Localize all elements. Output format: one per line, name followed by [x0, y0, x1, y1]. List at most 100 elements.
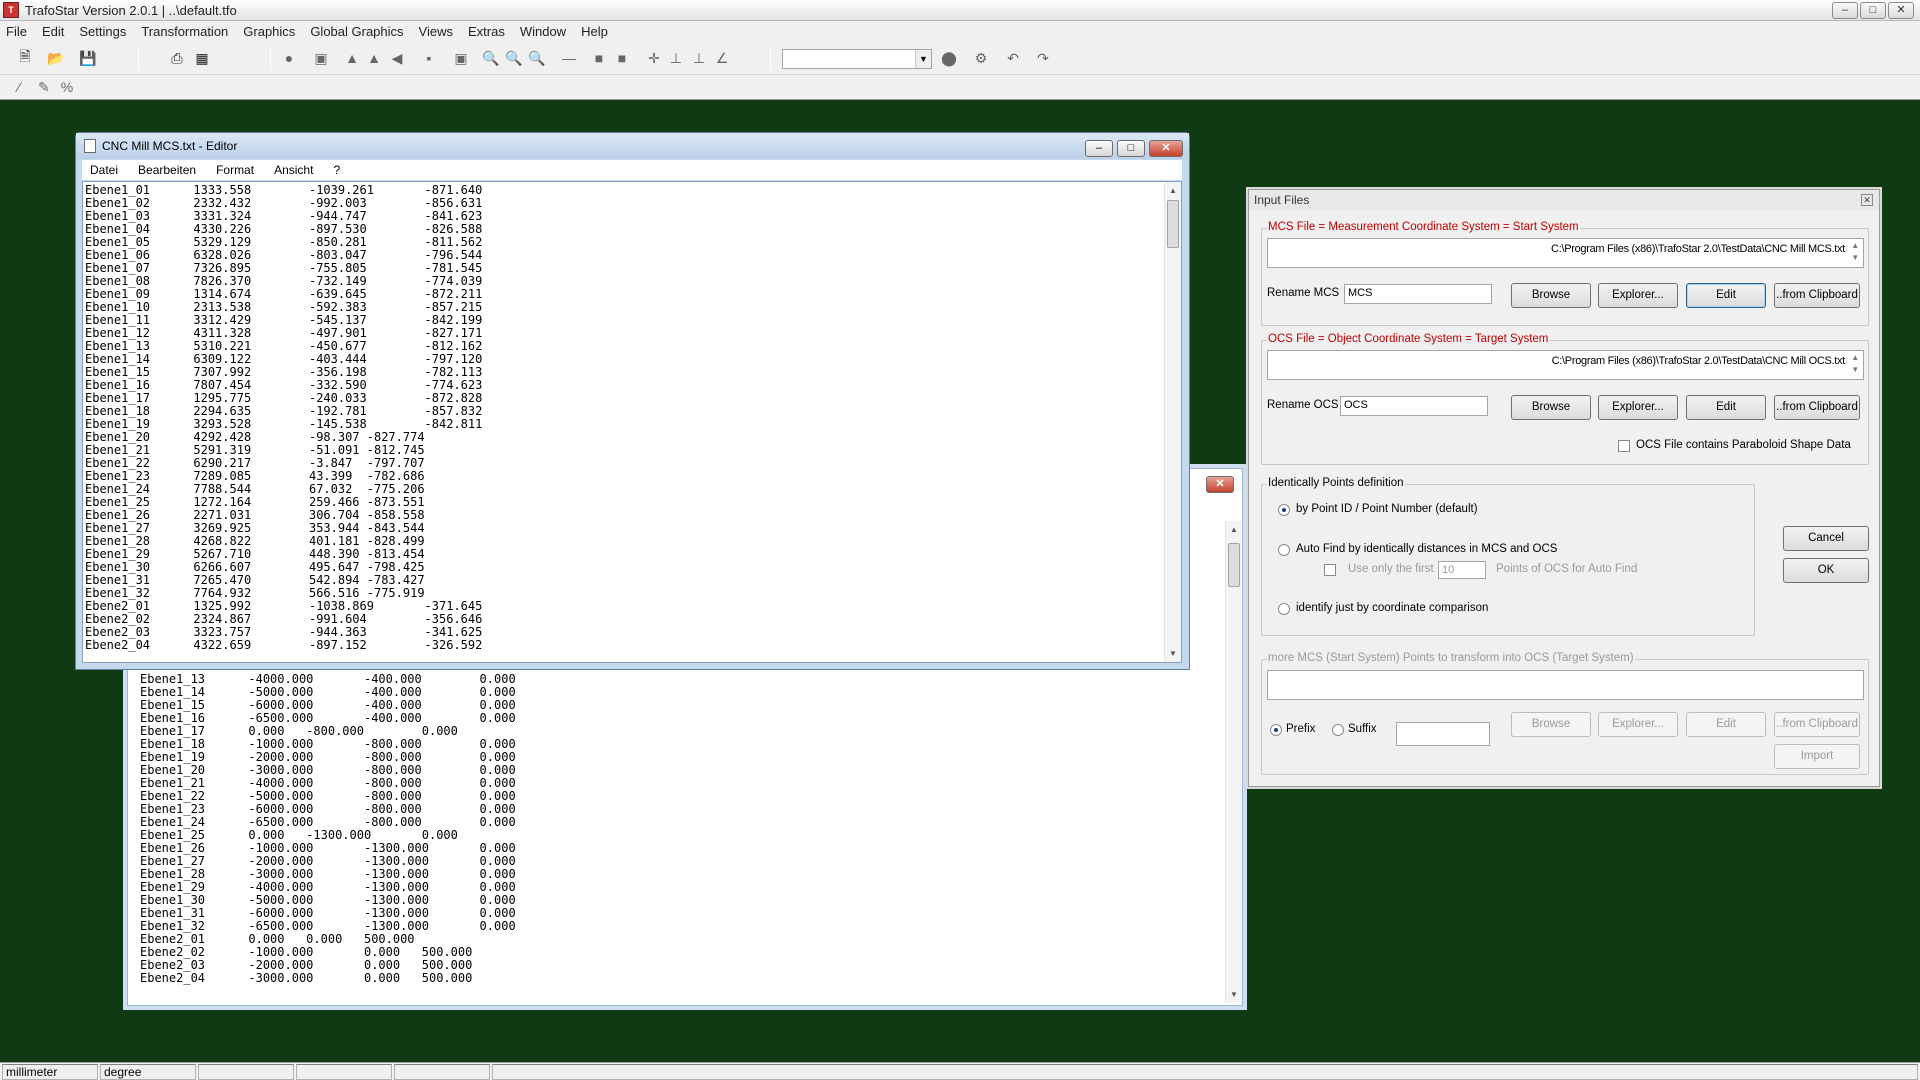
view-front-icon[interactable]: ▲	[341, 47, 363, 69]
ocs-path-field[interactable]: C:\Program Files (x86)\TrafoStar 2.0\Tes…	[1267, 350, 1864, 380]
rename-ocs-input[interactable]: OCS	[1340, 396, 1488, 416]
more-clipboard-button[interactable]: ..from Clipboard	[1774, 712, 1860, 737]
view-iso-icon[interactable]: ▪	[418, 47, 440, 69]
toolbar-separator	[270, 46, 271, 70]
scroll-thumb[interactable]	[1167, 200, 1179, 248]
line-draw-icon[interactable]: ∕	[8, 76, 30, 98]
maximize-button[interactable]: □	[1860, 2, 1886, 19]
view-top-icon[interactable]: ◀	[386, 47, 408, 69]
spin-icon[interactable]: ▲ ▼	[1848, 240, 1862, 264]
editor-minimize-button[interactable]: –	[1085, 140, 1113, 157]
view-side-icon[interactable]: ▲	[363, 47, 385, 69]
scroll-down-icon[interactable]: ▼	[1226, 986, 1242, 1003]
cancel-button[interactable]: Cancel	[1783, 526, 1869, 551]
axis-icon[interactable]: ✛	[643, 47, 665, 69]
more-browse-button[interactable]: Browse	[1511, 712, 1591, 737]
menu-edit[interactable]: Edit	[42, 24, 64, 39]
scroll-down-icon[interactable]: ▼	[1165, 645, 1181, 662]
menu-file[interactable]: File	[6, 24, 27, 39]
editor-menu-bearbeiten[interactable]: Bearbeiten	[138, 163, 196, 177]
scroll-up-icon[interactable]: ▲	[1165, 182, 1181, 199]
spin-icon[interactable]: ▲ ▼	[1848, 352, 1862, 376]
mcs-browse-button[interactable]: Browse	[1511, 283, 1591, 308]
angle-icon[interactable]: ∠	[711, 47, 733, 69]
close-button[interactable]: ✕	[1888, 2, 1914, 19]
editor-menu-format[interactable]: Format	[216, 163, 254, 177]
zoom-in-icon[interactable]: 🔍	[480, 47, 502, 69]
mcs-edit-button[interactable]: Edit	[1686, 283, 1766, 308]
menubar: File Edit Settings Transformation Graphi…	[0, 21, 1920, 42]
line-icon[interactable]: —	[558, 47, 580, 69]
radio-coordinate-compare[interactable]	[1278, 603, 1290, 615]
calculator-icon[interactable]: ▦	[191, 47, 213, 69]
radio-prefix[interactable]	[1270, 724, 1282, 736]
redo-icon[interactable]: ↷	[1032, 47, 1054, 69]
editor-maximize-button[interactable]: □	[1117, 140, 1145, 157]
editor-menu-help[interactable]: ?	[333, 163, 340, 177]
radio-auto-find[interactable]	[1278, 544, 1290, 556]
ocs-edit-button[interactable]: Edit	[1686, 395, 1766, 420]
minimize-button[interactable]: –	[1832, 2, 1858, 19]
app-titlebar: T TrafoStar Version 2.0.1 | ..\default.t…	[0, 0, 1920, 21]
new-file-icon[interactable]: 🗎	[14, 47, 36, 69]
background-editor-scrollbar[interactable]: ▲ ▼	[1225, 521, 1242, 1003]
use-first-checkbox[interactable]	[1324, 564, 1336, 576]
editor-close-button[interactable]: ✕	[1149, 140, 1183, 157]
menu-window[interactable]: Window	[520, 24, 566, 39]
open-folder-icon[interactable]: 📂	[45, 47, 67, 69]
more-explorer-button[interactable]: Explorer...	[1598, 712, 1678, 737]
editor-text[interactable]: Ebene1_01 1333.558 -1039.261 -871.640 Eb…	[85, 184, 482, 652]
layer-icon[interactable]: ■	[588, 47, 610, 69]
menu-settings[interactable]: Settings	[79, 24, 126, 39]
pen-icon[interactable]: ✎	[33, 76, 55, 98]
menu-graphics[interactable]: Graphics	[243, 24, 295, 39]
menu-help[interactable]: Help	[581, 24, 608, 39]
menu-extras[interactable]: Extras	[468, 24, 505, 39]
undo-icon[interactable]: ↶	[1002, 47, 1024, 69]
layer2-icon[interactable]: ■	[611, 47, 633, 69]
zoom-window-icon[interactable]: 🔍	[526, 47, 548, 69]
editor-menu-datei[interactable]: Datei	[90, 163, 118, 177]
more-edit-button[interactable]: Edit	[1686, 712, 1766, 737]
percent-icon[interactable]: %	[56, 76, 78, 98]
radio-by-point-id[interactable]	[1278, 504, 1290, 516]
background-editor-text[interactable]: Ebene1_13 -4000.000 -400.000 0.000 Ebene…	[140, 673, 516, 985]
settings-shape-icon[interactable]: ⚙	[970, 47, 992, 69]
grid-icon[interactable]: ▣	[310, 47, 332, 69]
fit-view-icon[interactable]: ▣	[450, 47, 472, 69]
editor-menu-ansicht[interactable]: Ansicht	[274, 163, 313, 177]
more-mcs-input[interactable]	[1267, 670, 1864, 700]
import-button[interactable]: Import	[1774, 744, 1860, 769]
prefix-suffix-input[interactable]	[1396, 722, 1490, 746]
menu-views[interactable]: Views	[419, 24, 453, 39]
mcs-clipboard-button[interactable]: ..from Clipboard	[1774, 283, 1860, 308]
editor-scrollbar[interactable]: ▲ ▼	[1164, 182, 1181, 662]
editor-window[interactable]: CNC Mill MCS.txt - Editor – □ ✕ Datei Be…	[75, 132, 1190, 670]
menu-transformation[interactable]: Transformation	[141, 24, 228, 39]
menu-global-graphics[interactable]: Global Graphics	[310, 24, 403, 39]
paraboloid-checkbox[interactable]	[1618, 440, 1630, 452]
print-icon[interactable]: ⎙	[166, 47, 188, 69]
scroll-up-icon[interactable]: ▲	[1226, 521, 1242, 538]
measure-icon[interactable]: ⊥	[665, 47, 687, 69]
shape-icon[interactable]: ⬤	[938, 47, 960, 69]
save-icon[interactable]: 💾	[77, 47, 99, 69]
ocs-browse-button[interactable]: Browse	[1511, 395, 1591, 420]
ok-button[interactable]: OK	[1783, 558, 1869, 583]
background-editor-close-button[interactable]: ✕	[1206, 476, 1234, 493]
rename-mcs-input[interactable]: MCS	[1344, 284, 1492, 304]
toolbar-dropdown[interactable]: ▼	[782, 49, 932, 69]
editor-text-area[interactable]: Ebene1_01 1333.558 -1039.261 -871.640 Eb…	[82, 181, 1182, 663]
distance-icon[interactable]: ⊥	[688, 47, 710, 69]
ocs-explorer-button[interactable]: Explorer...	[1598, 395, 1678, 420]
mcs-path-field[interactable]: C:\Program Files (x86)\TrafoStar 2.0\Tes…	[1267, 238, 1864, 268]
ocs-clipboard-button[interactable]: ..from Clipboard	[1774, 395, 1860, 420]
mcs-explorer-button[interactable]: Explorer...	[1598, 283, 1678, 308]
circle-icon[interactable]: ●	[278, 47, 300, 69]
identical-points-label: Identically Points definition	[1267, 477, 1405, 489]
radio-suffix[interactable]	[1332, 724, 1344, 736]
dialog-close-button[interactable]: ✕	[1861, 194, 1873, 206]
zoom-out-icon[interactable]: 🔍	[503, 47, 525, 69]
scroll-thumb[interactable]	[1228, 543, 1240, 587]
auto-find-count-input[interactable]: 10	[1438, 561, 1486, 579]
